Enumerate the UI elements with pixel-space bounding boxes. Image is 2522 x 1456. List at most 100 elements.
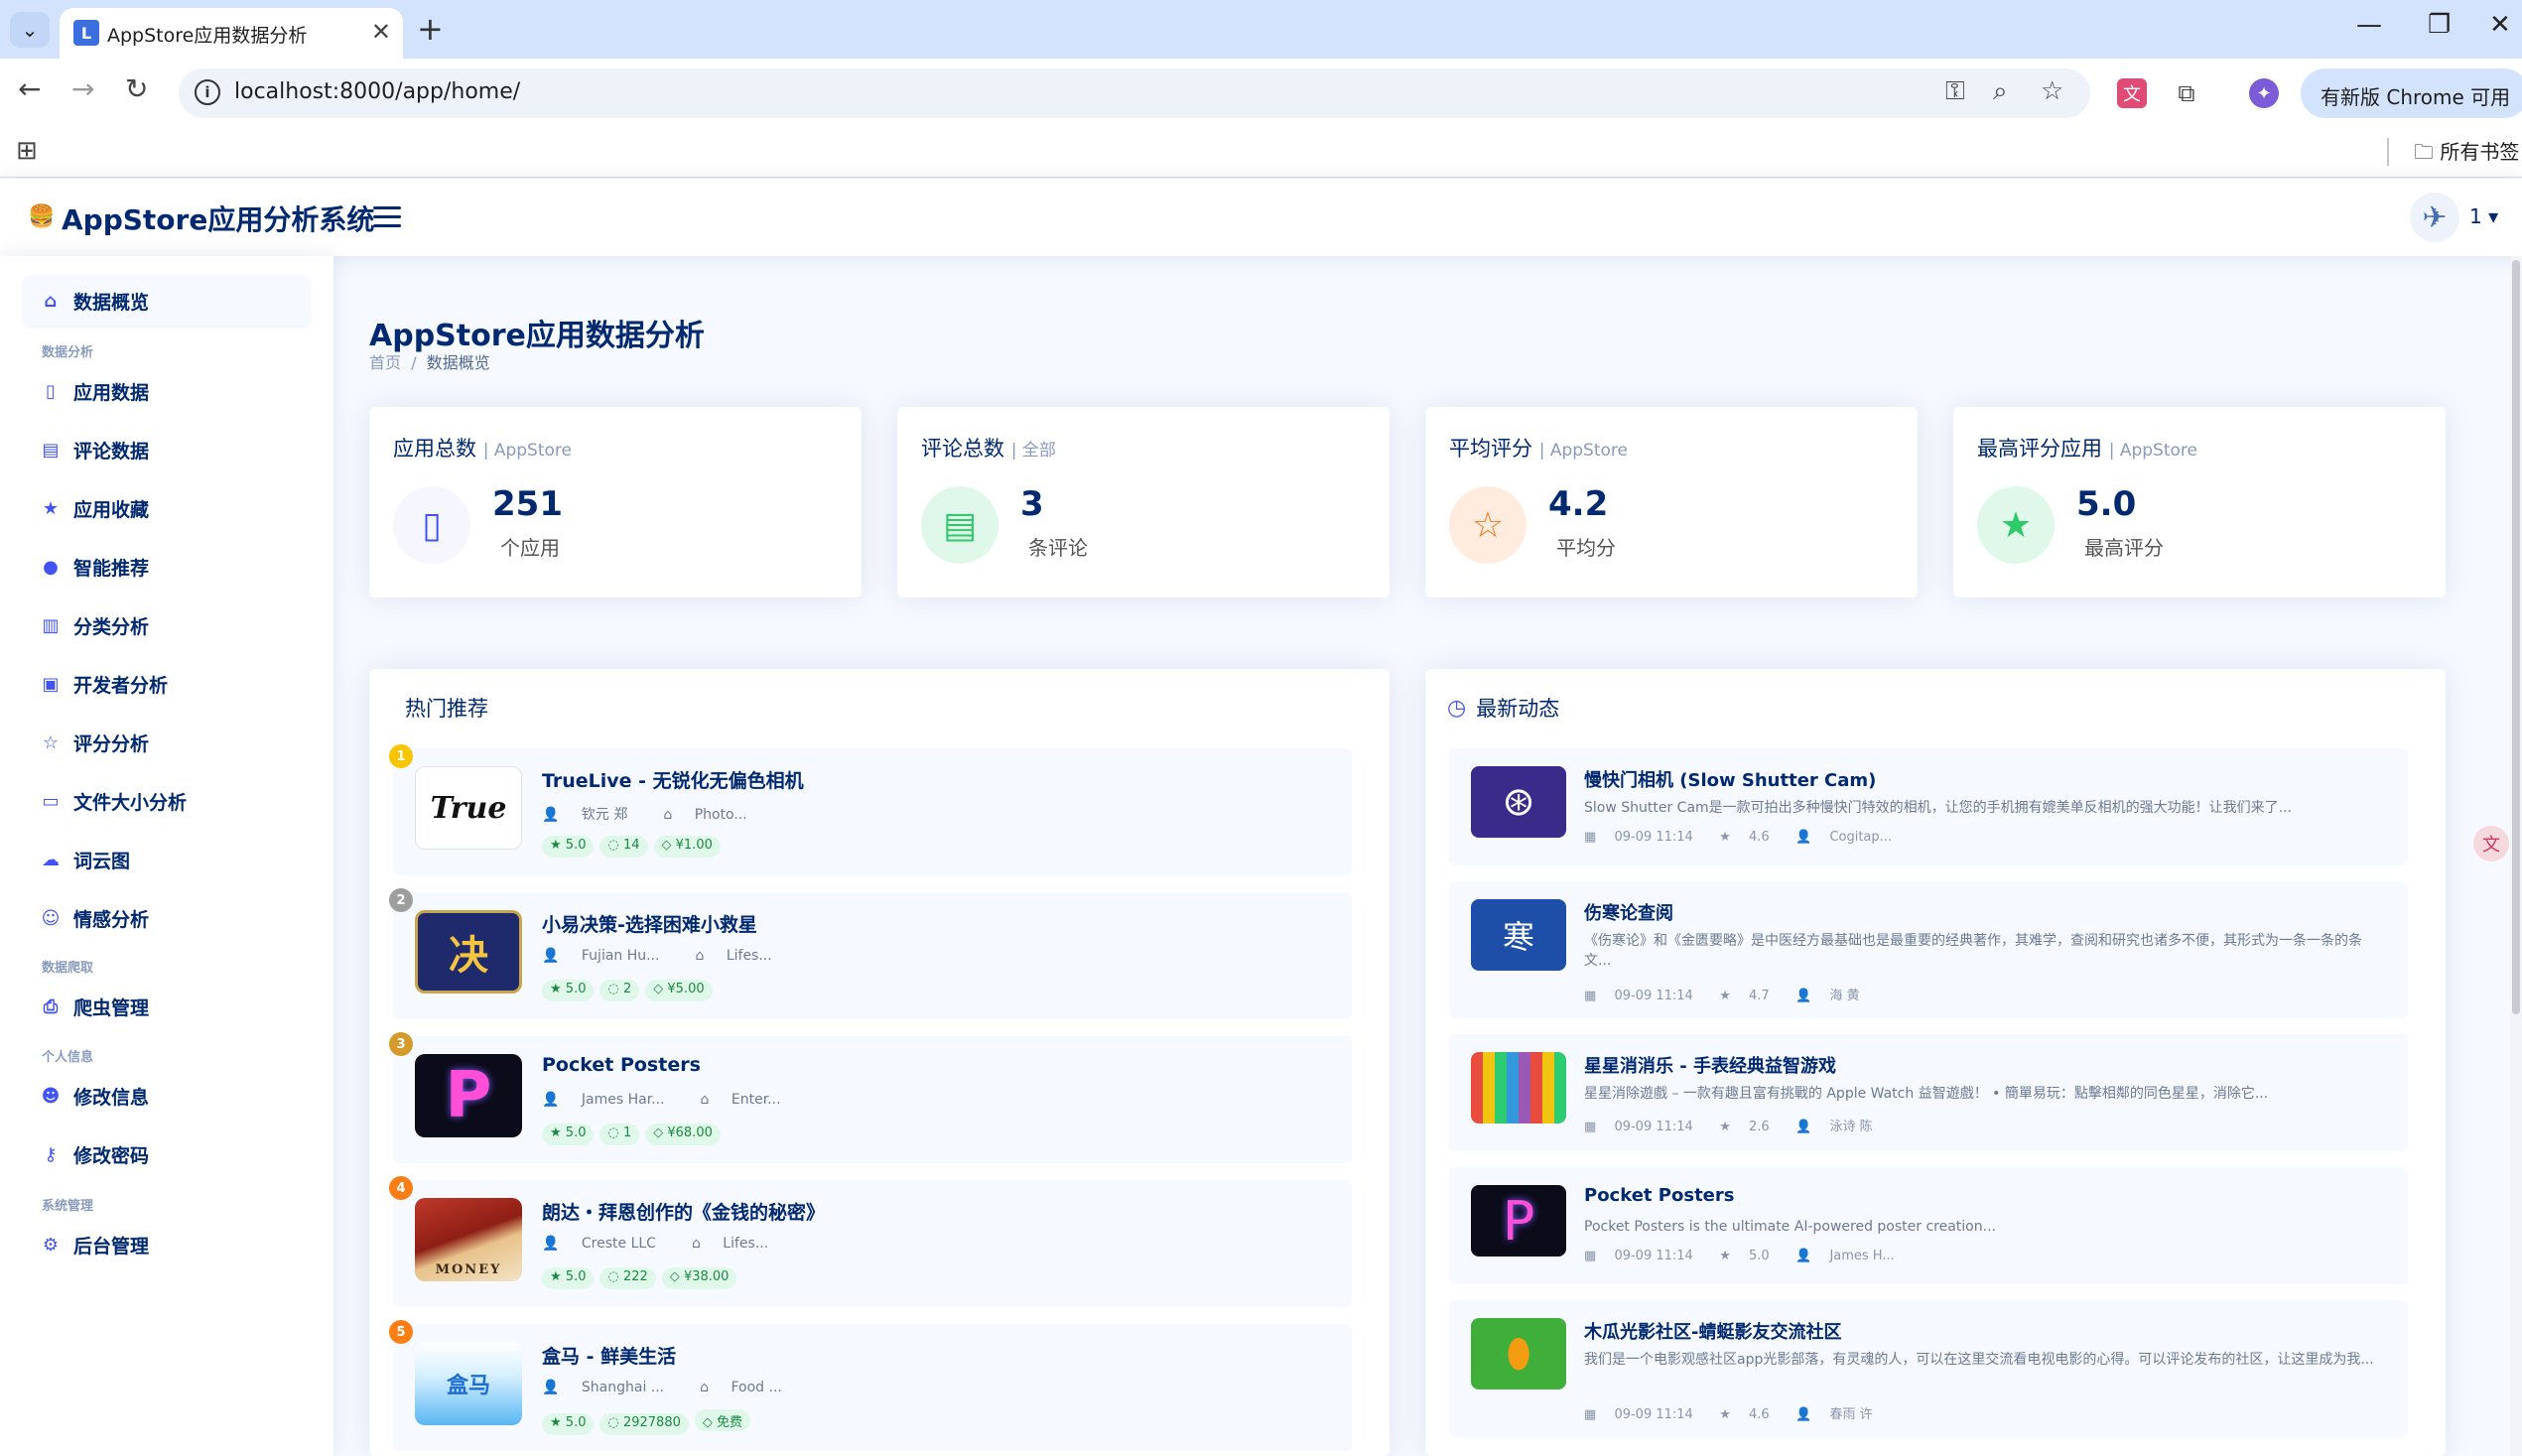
restore-icon[interactable]: ❐	[2428, 10, 2451, 40]
close-window-icon[interactable]: ✕	[2489, 10, 2511, 40]
address-bar[interactable]: i localhost:8000/app/home/ ⚿ ⌕ ☆	[179, 68, 2090, 118]
activity-item[interactable]: 星星消消乐 - 手表经典益智游戏 星星消除遊戲 – 一款有趣且富有挑戰的 App…	[1449, 1034, 2408, 1151]
category-label: ⌂ Food ...	[700, 1380, 782, 1395]
activity-item[interactable]: ⬮ 木瓜光影社区-蜻蜓影友交流社区 我们是一个电影观感社区app光影部落，有灵魂…	[1449, 1300, 2408, 1437]
menu-toggle-icon[interactable]	[373, 206, 401, 228]
app-icon: MONEY	[415, 1198, 522, 1281]
sidebar-item-sentiment[interactable]: ☺ 情感分析	[24, 893, 310, 943]
comment-count-badge: ◌ 1	[599, 1124, 640, 1145]
sidebar-item-change-password[interactable]: ⚷ 修改密码	[24, 1129, 310, 1179]
tag-icon: ◇	[669, 1269, 680, 1284]
bookmark-star-icon[interactable]: ☆	[2041, 76, 2063, 106]
camera-shutter-icon: ⊛	[1471, 766, 1566, 838]
sidebar-item-crawler[interactable]: ⎙ 爬虫管理	[24, 982, 310, 1031]
scrollbar-thumb[interactable]	[2512, 260, 2520, 1014]
sidebar-heading-system: 系统管理	[42, 1199, 94, 1214]
activity-app-name[interactable]: Pocket Posters	[1584, 1185, 1734, 1206]
hot-list-item[interactable]: 3 P Pocket Posters 👤 James Har... ⌂ Enter…	[389, 1032, 1352, 1163]
sidebar-item-admin[interactable]: ⚙ 后台管理	[24, 1220, 310, 1269]
sidebar-item-developer[interactable]: ▣ 开发者分析	[24, 659, 310, 709]
sidebar-item-rating[interactable]: ☆ 评分分析	[24, 718, 310, 767]
hot-list-item[interactable]: 4 MONEY 朗达・拜恩创作的《金钱的秘密》 👤 Creste LLC ⌂ Li…	[389, 1176, 1352, 1307]
calendar-icon: ▦	[1584, 1120, 1597, 1134]
stat-unit: 条评论	[1028, 536, 1088, 560]
reload-icon[interactable]: ↻	[125, 72, 148, 105]
app-name[interactable]: 朗达・拜恩创作的《金钱的秘密》	[542, 1198, 825, 1225]
app-name[interactable]: 盒马 - 鲜美生活	[542, 1342, 676, 1369]
activity-app-name[interactable]: 伤寒论查阅	[1584, 899, 1673, 925]
sidebar-item-review-data[interactable]: ▤ 评论数据	[24, 425, 310, 474]
activity-item[interactable]: 寒 伤寒论查阅 《伤寒论》和《金匮要略》是中医经方最基础也是最重要的经典著作，其…	[1449, 881, 2408, 1018]
activity-description: Pocket Posters is the ultimate AI-powere…	[1584, 1219, 1996, 1235]
sidebar-item-recommend[interactable]: ● 智能推荐	[24, 542, 310, 592]
home-icon: ⌂	[44, 290, 58, 312]
forward-icon[interactable]: →	[71, 72, 94, 105]
person-icon: 👤	[1795, 1249, 1812, 1263]
user-avatar[interactable]: ✈	[2410, 193, 2459, 242]
translate-extension-icon[interactable]: 文	[2117, 78, 2147, 108]
hot-list-item[interactable]: 5 盒马 盒马 - 鲜美生活 👤 Shanghai ... ⌂ Food ... …	[389, 1320, 1352, 1451]
breadcrumb-home[interactable]: 首页	[369, 353, 401, 372]
person-icon: ☻	[41, 1085, 61, 1107]
activity-app-name[interactable]: 木瓜光影社区-蜻蜓影友交流社区	[1584, 1318, 1841, 1344]
sidebar-item-app-data[interactable]: ▯ 应用数据	[24, 366, 310, 416]
star-icon: ★	[550, 1125, 562, 1140]
back-icon[interactable]: ←	[18, 72, 41, 105]
folder-icon: 🗀	[2414, 140, 2434, 164]
phone-icon: ▯	[46, 380, 56, 402]
sidebar-item-filesize[interactable]: ▭ 文件大小分析	[24, 776, 310, 826]
profile-avatar-icon[interactable]: ✦	[2249, 78, 2279, 108]
extensions-puzzle-icon[interactable]: ⧉	[2172, 78, 2201, 108]
sidebar-item-category[interactable]: ▥ 分类分析	[24, 600, 310, 650]
app-name[interactable]: Pocket Posters	[542, 1054, 701, 1076]
person-icon: 👤	[1795, 1120, 1812, 1134]
stat-unit: 平均分	[1556, 536, 1616, 560]
printer-icon: ⎙	[43, 995, 59, 1017]
password-key-icon[interactable]: ⚿	[1945, 76, 1965, 107]
site-info-icon[interactable]: i	[195, 79, 220, 105]
sidebar-item-overview[interactable]: ⌂ 数据概览	[24, 276, 310, 326]
rank-badge: 2	[389, 888, 413, 912]
activity-app-name[interactable]: 星星消消乐 - 手表经典益智游戏	[1584, 1052, 1836, 1078]
sidebar: ⌂ 数据概览 数据分析 ▯ 应用数据 ▤ 评论数据 ★ 应用收藏 ● 智能推荐 ▥ 分类分析…	[0, 256, 333, 1456]
app-name[interactable]: TrueLive - 无锐化无偏色相机	[542, 766, 804, 793]
hot-list-item[interactable]: 1 True TrueLive - 无锐化无偏色相机 👤 钦元 郑 ⌂ Photo…	[389, 744, 1352, 875]
chrome-update-button[interactable]: 有新版 Chrome 可用 ⋮	[2301, 68, 2522, 118]
app-name[interactable]: 小易决策-选择困难小救星	[542, 910, 757, 937]
panel-title: 热门推荐	[405, 697, 488, 721]
activity-app-name[interactable]: 慢快门相机 (Slow Shutter Cam)	[1584, 766, 1876, 792]
user-dropdown[interactable]: 1 ▾	[2469, 204, 2498, 228]
sidebar-item-wordcloud[interactable]: ☁ 词云图	[24, 835, 310, 884]
tab-search-dropdown-icon[interactable]: ⌄	[10, 12, 50, 48]
comment-icon: ▤	[921, 486, 998, 564]
apps-grid-icon[interactable]: ⊞	[16, 136, 38, 166]
calendar-icon: ▦	[1584, 989, 1597, 1003]
browser-toolbar: ← → ↻ i localhost:8000/app/home/ ⚿ ⌕ ☆ 文…	[0, 59, 2522, 128]
comment-count-badge: ◌ 14	[599, 836, 648, 858]
cloud-icon: ☁	[42, 849, 60, 870]
sidebar-item-edit-profile[interactable]: ☻ 修改信息	[24, 1071, 310, 1121]
hot-list-item[interactable]: 2 决 小易决策-选择困难小救星 👤 Fujian Hu... ⌂ Lifes..…	[389, 888, 1352, 1019]
sidebar-heading-profile: 个人信息	[42, 1050, 94, 1065]
url-text[interactable]: localhost:8000/app/home/	[234, 79, 520, 104]
floating-translate-icon[interactable]: 文	[2473, 826, 2509, 861]
app-title[interactable]: AppStore应用分析系统	[62, 199, 374, 238]
stat-value: 3	[1020, 484, 1044, 524]
stat-unit: 最高评分	[2084, 536, 2164, 560]
price-badge: ◇ ¥68.00	[645, 1124, 721, 1145]
minimize-icon[interactable]: —	[2356, 10, 2382, 40]
activity-item[interactable]: ⊛ 慢快门相机 (Slow Shutter Cam) Slow Shutter …	[1449, 748, 2408, 865]
browser-tab[interactable]: L AppStore应用数据分析 ✕	[60, 8, 403, 59]
close-tab-icon[interactable]: ✕	[371, 18, 391, 46]
sidebar-item-favorites[interactable]: ★ 应用收藏	[24, 483, 310, 533]
all-bookmarks-folder[interactable]: 🗀 所有书签	[2414, 136, 2519, 172]
lightbulb-icon: ●	[43, 556, 59, 578]
comment-count-badge: ◌ 2927880	[599, 1413, 689, 1435]
activity-item[interactable]: P Pocket Posters Pocket Posters is the u…	[1449, 1167, 2408, 1284]
new-tab-icon[interactable]: +	[417, 10, 444, 48]
zoom-icon[interactable]: ⌕	[1993, 76, 2008, 107]
app-icon: 盒马	[415, 1342, 522, 1425]
price-badge: ◇ 免费	[694, 1409, 751, 1431]
comment-icon: ◌	[607, 982, 619, 996]
browser-tab-strip: ⌄ L AppStore应用数据分析 ✕ + — ❐ ✕	[0, 0, 2522, 59]
